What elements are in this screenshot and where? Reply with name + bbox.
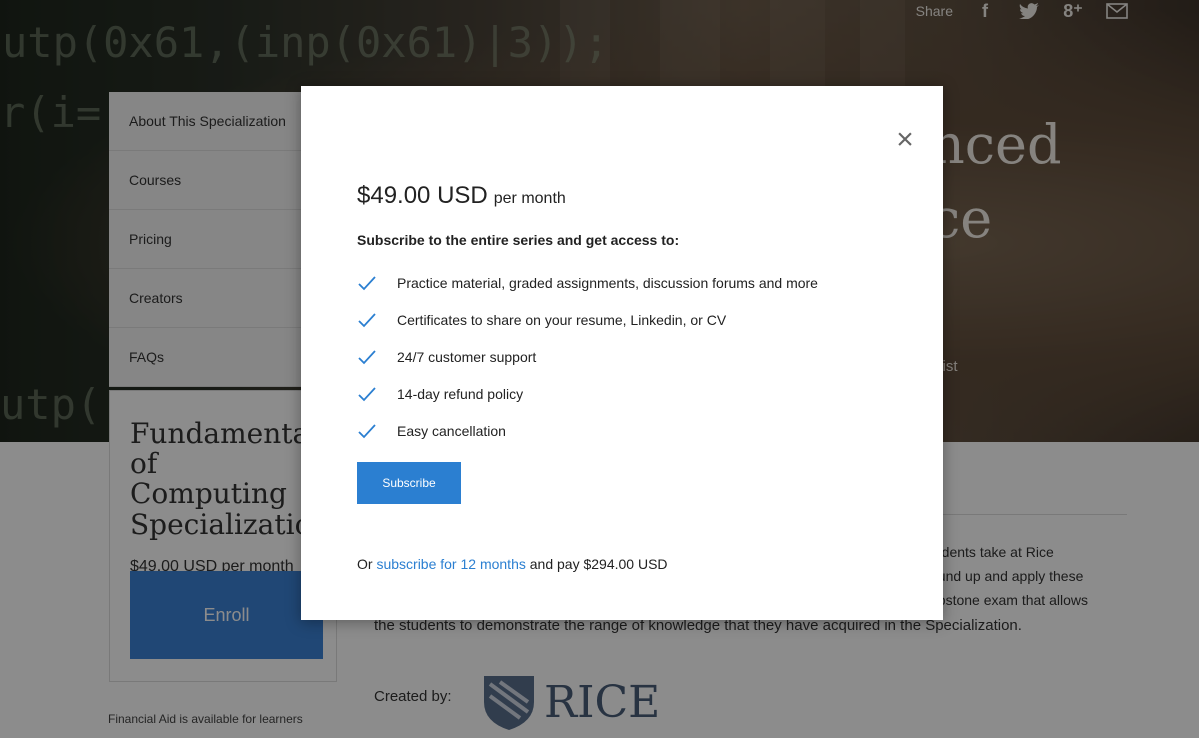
checkmark-icon xyxy=(358,275,376,290)
list-item: Practice material, graded assignments, d… xyxy=(357,264,818,301)
benefit-text: 24/7 customer support xyxy=(397,348,537,365)
modal-subtitle: Subscribe to the entire series and get a… xyxy=(357,232,680,248)
subscribe-button[interactable]: Subscribe xyxy=(357,462,461,504)
subscribe-12-months-link[interactable]: subscribe for 12 months xyxy=(376,556,525,572)
checkmark-icon xyxy=(358,312,376,327)
benefit-text: Certificates to share on your resume, Li… xyxy=(397,311,727,328)
annual-offer-text: Or subscribe for 12 months and pay $294.… xyxy=(357,556,668,572)
list-item: 14-day refund policy xyxy=(357,375,818,412)
modal-price: $49.00 USD per month xyxy=(357,182,566,210)
price-amount: $49.00 USD xyxy=(357,182,488,209)
benefits-list: Practice material, graded assignments, d… xyxy=(357,264,818,449)
annual-suffix: and pay $294.00 USD xyxy=(525,556,668,572)
benefit-text: Practice material, graded assignments, d… xyxy=(397,274,818,291)
list-item: 24/7 customer support xyxy=(357,338,818,375)
annual-prefix: Or xyxy=(357,556,377,572)
benefit-text: 14-day refund policy xyxy=(397,385,524,402)
close-icon[interactable]: × xyxy=(891,125,919,155)
list-item: Easy cancellation xyxy=(357,412,818,449)
list-item: Certificates to share on your resume, Li… xyxy=(357,301,818,338)
checkmark-icon xyxy=(358,423,376,438)
checkmark-icon xyxy=(358,386,376,401)
subscription-modal: × $49.00 USD per month Subscribe to the … xyxy=(301,86,943,620)
checkmark-icon xyxy=(358,349,376,364)
benefit-text: Easy cancellation xyxy=(397,422,506,439)
price-period: per month xyxy=(493,190,566,207)
